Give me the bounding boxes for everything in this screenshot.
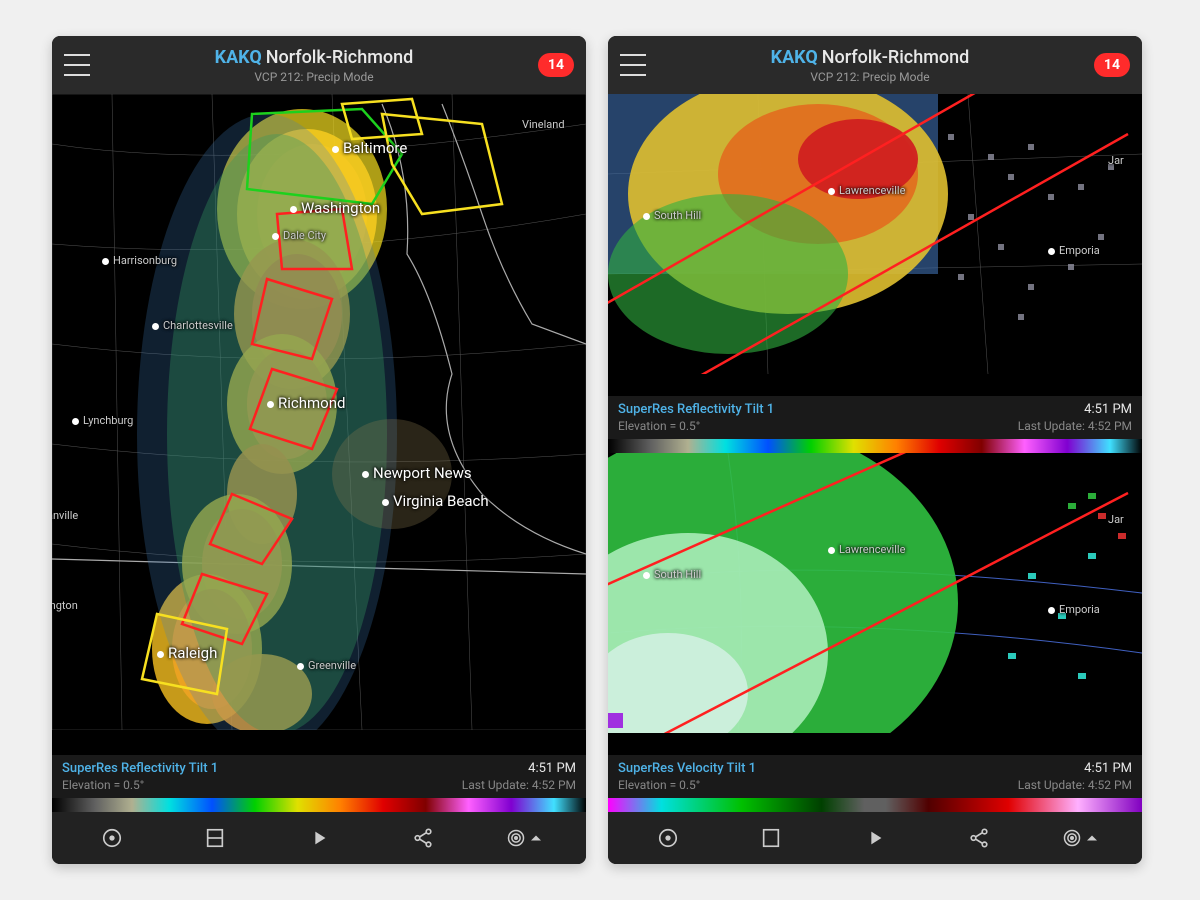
map-canvas	[52, 94, 586, 730]
play-button[interactable]	[299, 818, 339, 858]
header-title: KAKQ Norfolk-Richmond VCP 212: Precip Mo…	[656, 47, 1084, 84]
top-panel: LawrencevilleSouth HillEmporiaJar SuperR…	[608, 94, 1142, 453]
share-button[interactable]	[403, 818, 443, 858]
product-time: 4:51 PM	[1084, 761, 1132, 776]
product-elevation: Elevation = 0.5°	[62, 778, 144, 792]
toolbar	[608, 812, 1142, 864]
product-info-bar: SuperRes Velocity Tilt 1 4:51 PM Elevati…	[608, 755, 1142, 798]
station-name: Norfolk-Richmond	[822, 47, 970, 68]
toolbar	[52, 812, 586, 864]
product-info-bar: SuperRes Reflectivity Tilt 1 4:51 PM Ele…	[608, 396, 1142, 439]
locate-button[interactable]	[648, 818, 688, 858]
product-time: 4:51 PM	[528, 761, 576, 776]
alert-badge[interactable]: 14	[538, 53, 574, 77]
product-name: SuperRes Reflectivity Tilt 1	[618, 402, 774, 417]
bottom-panel: LawrencevilleSouth HillEmporiaJar SuperR…	[608, 453, 1142, 812]
vcp-mode: VCP 212: Precip Mode	[100, 70, 528, 84]
alert-badge[interactable]: 14	[1094, 53, 1130, 77]
reflectivity-color-scale	[52, 798, 586, 812]
chevron-up-icon	[1082, 827, 1102, 849]
radar-select-button[interactable]	[506, 818, 546, 858]
station-id: KAKQ	[215, 47, 262, 68]
station-name: Norfolk-Richmond	[266, 47, 414, 68]
chevron-up-icon	[526, 827, 546, 849]
product-name: SuperRes Reflectivity Tilt 1	[62, 761, 218, 776]
radar-icon	[1062, 827, 1082, 849]
product-last-update: Last Update: 4:52 PM	[1018, 778, 1132, 792]
radar-map-top[interactable]: LawrencevilleSouth HillEmporiaJar	[608, 94, 1142, 396]
hamburger-icon[interactable]	[64, 54, 90, 76]
play-button[interactable]	[855, 818, 895, 858]
layout-button[interactable]	[751, 818, 791, 858]
product-info-bar: SuperRes Reflectivity Tilt 1 4:51 PM Ele…	[52, 755, 586, 798]
header: KAKQ Norfolk-Richmond VCP 212: Precip Mo…	[608, 36, 1142, 94]
product-elevation: Elevation = 0.5°	[618, 778, 700, 792]
product-time: 4:51 PM	[1084, 402, 1132, 417]
product-last-update: Last Update: 4:52 PM	[462, 778, 576, 792]
radar-map-bottom[interactable]: LawrencevilleSouth HillEmporiaJar	[608, 453, 1142, 755]
hamburger-icon[interactable]	[620, 54, 646, 76]
radar-icon	[506, 827, 526, 849]
phone-single-view: KAKQ Norfolk-Richmond VCP 212: Precip Mo…	[52, 36, 586, 864]
radar-map[interactable]: VinelandBaltimoreWashingtonDale CityHarr…	[52, 94, 586, 755]
product-name: SuperRes Velocity Tilt 1	[618, 761, 756, 776]
layout-button[interactable]	[195, 818, 235, 858]
vcp-mode: VCP 212: Precip Mode	[656, 70, 1084, 84]
velocity-color-scale	[608, 798, 1142, 812]
product-elevation: Elevation = 0.5°	[618, 419, 700, 433]
radar-select-button[interactable]	[1062, 818, 1102, 858]
header: KAKQ Norfolk-Richmond VCP 212: Precip Mo…	[52, 36, 586, 94]
station-id: KAKQ	[771, 47, 818, 68]
reflectivity-color-scale	[608, 439, 1142, 453]
map-canvas	[608, 94, 1142, 374]
product-last-update: Last Update: 4:52 PM	[1018, 419, 1132, 433]
header-title: KAKQ Norfolk-Richmond VCP 212: Precip Mo…	[100, 47, 528, 84]
map-canvas	[608, 453, 1142, 733]
phone-split-view: KAKQ Norfolk-Richmond VCP 212: Precip Mo…	[608, 36, 1142, 864]
locate-button[interactable]	[92, 818, 132, 858]
share-button[interactable]	[959, 818, 999, 858]
